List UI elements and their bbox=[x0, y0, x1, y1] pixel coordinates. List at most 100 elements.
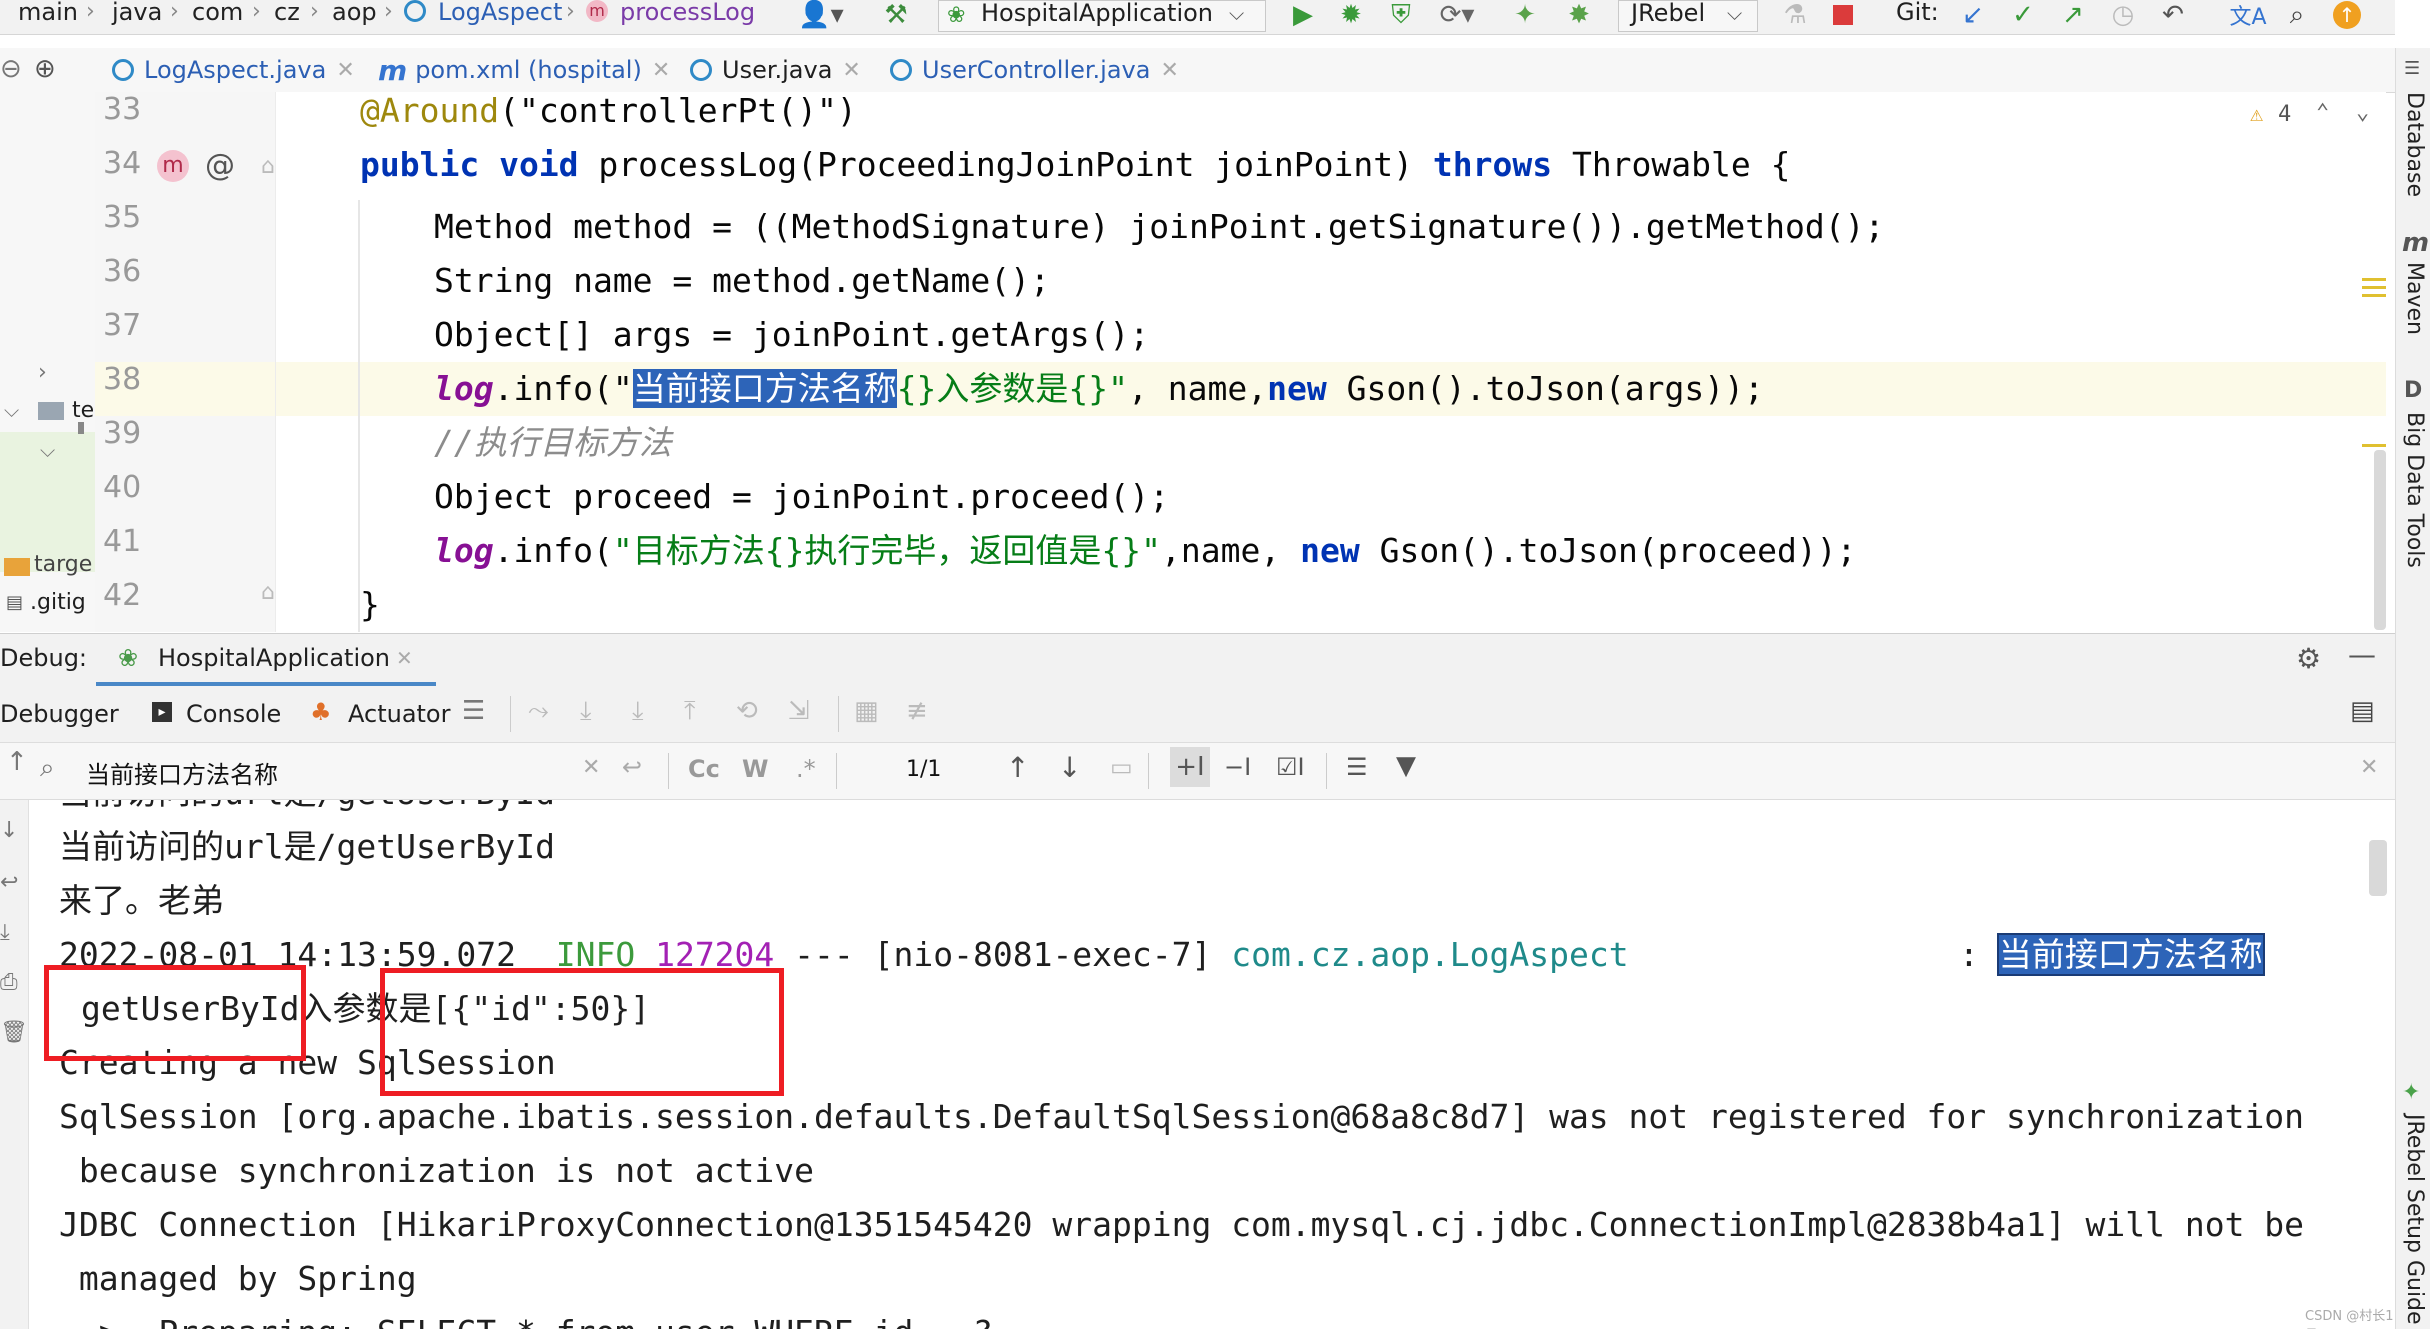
search-icon[interactable]: ⌕ bbox=[2280, 0, 2314, 30]
layout-icon[interactable]: ▤ bbox=[2350, 696, 2375, 726]
drop-frame-icon[interactable]: ⟲ bbox=[736, 696, 758, 726]
scroll-down-icon[interactable]: ↓ bbox=[0, 818, 18, 843]
next-match-icon[interactable]: ↓ bbox=[1058, 751, 1081, 784]
evaluate-icon[interactable]: ▦ bbox=[854, 696, 879, 726]
clear-icon[interactable]: 🗑 bbox=[0, 1020, 28, 1045]
search-input[interactable]: 当前接口方法名称 bbox=[86, 755, 278, 790]
select-all-icon[interactable]: ▭ bbox=[1110, 753, 1133, 781]
debug-session-tab[interactable]: ❀ HospitalApplication ✕ bbox=[96, 634, 436, 686]
tool-window-maven[interactable]: Maven bbox=[2402, 262, 2427, 335]
step-over-icon[interactable]: ⤳ bbox=[528, 696, 549, 727]
chevron-down-icon[interactable]: ⌵ bbox=[4, 398, 19, 422]
match-case-toggle[interactable]: Cc bbox=[688, 755, 720, 783]
close-icon[interactable]: ✕ bbox=[652, 58, 670, 83]
console-line: managed by Spring bbox=[59, 1259, 417, 1298]
code-editor[interactable]: @Around("controllerPt()") public void pr… bbox=[276, 91, 2386, 632]
update-icon[interactable]: ↑ bbox=[2330, 0, 2364, 30]
run-icon[interactable]: ▶ bbox=[1286, 0, 1320, 30]
hammer-icon[interactable]: ⚒ bbox=[878, 0, 914, 30]
chevron-right-icon[interactable]: › bbox=[38, 360, 47, 385]
profile-icon[interactable]: ⟳▾ bbox=[1432, 0, 1482, 30]
tool-window-database[interactable]: Database bbox=[2402, 92, 2427, 197]
run-to-cursor-icon[interactable]: ⇲ bbox=[788, 696, 810, 726]
minimize-icon[interactable]: — bbox=[2348, 638, 2376, 671]
warning-icon[interactable]: ⚠ bbox=[2250, 102, 2263, 127]
chevron-down-icon[interactable]: ⌵ bbox=[40, 438, 55, 462]
fold-icon[interactable]: ⌂ bbox=[261, 154, 275, 179]
history-icon[interactable]: ◷ bbox=[2106, 0, 2140, 30]
select-all-occurrences-icon[interactable]: ☑I bbox=[1276, 753, 1305, 781]
close-icon[interactable]: ✕ bbox=[842, 58, 860, 83]
tool-window-big-data-tools[interactable]: Big Data Tools bbox=[2402, 412, 2427, 568]
git-commit-icon[interactable]: ✓ bbox=[2006, 0, 2040, 30]
error-stripe-marker[interactable] bbox=[2362, 278, 2386, 281]
tree-item-target[interactable]: targe bbox=[34, 552, 92, 577]
add-occurrence-icon[interactable]: +I bbox=[1170, 747, 1210, 787]
breadcrumb-com[interactable]: com bbox=[192, 0, 243, 34]
annotation-icon[interactable]: @ bbox=[205, 148, 235, 183]
jrebel-selector[interactable]: JRebel ⌵ bbox=[1618, 0, 1758, 32]
breadcrumb-java[interactable]: java bbox=[112, 0, 162, 34]
tab-usercontroller[interactable]: UserController.java ✕ bbox=[890, 48, 1179, 92]
chevron-up-icon[interactable]: ↑ bbox=[6, 747, 28, 777]
breadcrumb-cz[interactable]: cz bbox=[274, 0, 300, 34]
new-line-icon[interactable]: ↩ bbox=[622, 753, 642, 781]
print-icon[interactable]: ⎙ bbox=[0, 970, 18, 995]
console-scrollbar[interactable] bbox=[2369, 840, 2387, 896]
close-icon[interactable]: ✕ bbox=[396, 646, 413, 670]
regex-toggle[interactable]: .* bbox=[796, 755, 816, 783]
coverage-icon[interactable]: ⛨ bbox=[1384, 0, 1418, 30]
soft-wrap-icon[interactable]: ☰ bbox=[1346, 753, 1368, 781]
chevron-down-icon[interactable]: ⌄ bbox=[2356, 100, 2369, 125]
previous-match-icon[interactable]: ↑ bbox=[1006, 751, 1029, 784]
attach-icon[interactable]: ⚗ bbox=[1778, 0, 1812, 30]
filter-icon[interactable]: ▼ bbox=[1396, 751, 1416, 781]
editor-scrollbar[interactable] bbox=[2374, 450, 2386, 630]
stop-icon[interactable] bbox=[1828, 0, 1858, 30]
method-icon[interactable]: m bbox=[157, 150, 189, 182]
whole-word-toggle[interactable]: W bbox=[742, 755, 768, 783]
remove-occurrence-icon[interactable]: −I bbox=[1224, 753, 1251, 781]
trace-icon[interactable]: ≢ bbox=[906, 696, 928, 726]
breadcrumb-logaspect[interactable]: LogAspect bbox=[438, 0, 562, 34]
jrebel-debug-icon[interactable]: ✸ bbox=[1562, 0, 1596, 30]
tab-actuator[interactable]: Actuator bbox=[348, 700, 450, 728]
run-configuration-selector[interactable]: ❀ HospitalApplication ⌵ bbox=[938, 0, 1266, 32]
error-stripe-marker[interactable] bbox=[2362, 444, 2386, 447]
menu-icon[interactable]: ☰ bbox=[462, 696, 485, 726]
target-icon[interactable]: ⊕ bbox=[34, 54, 56, 84]
user-icon[interactable]: 👤▾ bbox=[796, 0, 846, 30]
jrebel-run-icon[interactable]: ✦ bbox=[1508, 0, 1542, 30]
step-into-icon[interactable]: ⤓ bbox=[580, 696, 592, 727]
tree-item-test[interactable]: te bbox=[72, 398, 94, 423]
console-output[interactable]: 当前访问的url是/getUserById 当前访问的url是/getUserB… bbox=[29, 800, 2395, 1329]
soft-wrap-icon[interactable]: ↩ bbox=[0, 870, 18, 895]
divider bbox=[510, 696, 511, 732]
chevron-up-icon[interactable]: ⌃ bbox=[2316, 100, 2329, 125]
class-icon bbox=[112, 59, 134, 81]
translate-icon[interactable]: 文A bbox=[2228, 0, 2268, 30]
force-step-into-icon[interactable]: ⤓ bbox=[632, 696, 644, 727]
tab-logaspect[interactable]: LogAspect.java ✕ bbox=[112, 48, 355, 96]
breadcrumb-processlog[interactable]: processLog bbox=[620, 0, 755, 34]
debug-icon[interactable]: ✹ bbox=[1334, 0, 1368, 30]
git-push-icon[interactable]: ↗ bbox=[2056, 0, 2090, 30]
tab-console[interactable]: Console bbox=[186, 700, 281, 728]
fold-icon[interactable]: ⌂ bbox=[261, 580, 275, 605]
breadcrumb-aop[interactable]: aop bbox=[332, 0, 377, 34]
close-icon[interactable]: ✕ bbox=[1160, 58, 1178, 83]
collapse-icon[interactable]: ⊖ bbox=[0, 54, 22, 84]
breadcrumb-main[interactable]: main bbox=[18, 0, 78, 34]
rollback-icon[interactable]: ↶ bbox=[2156, 0, 2190, 30]
step-out-icon[interactable]: ⤒ bbox=[684, 696, 696, 727]
scroll-thumb[interactable] bbox=[78, 422, 84, 434]
gear-icon[interactable]: ⚙ bbox=[2296, 642, 2321, 675]
clear-search-icon[interactable]: ✕ bbox=[582, 755, 600, 780]
tab-debugger[interactable]: Debugger bbox=[0, 700, 119, 728]
tree-item-gitignore[interactable]: .gitig bbox=[30, 590, 86, 615]
git-update-icon[interactable]: ↙ bbox=[1956, 0, 1990, 30]
close-search-icon[interactable]: ✕ bbox=[2360, 755, 2378, 780]
tool-window-jrebel-setup[interactable]: JRebel Setup Guide bbox=[2402, 1114, 2427, 1325]
scroll-end-icon[interactable]: ⤓ bbox=[0, 920, 10, 945]
close-icon[interactable]: ✕ bbox=[336, 58, 354, 83]
